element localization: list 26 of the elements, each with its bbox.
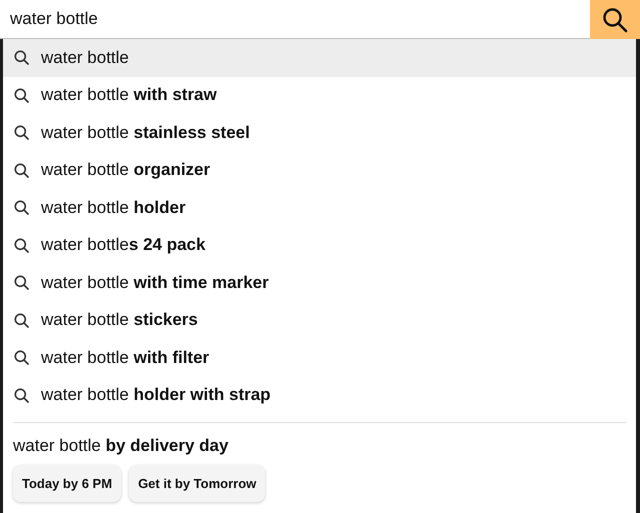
suggestion-item[interactable]: water bottle with filter — [3, 339, 636, 376]
suggestion-item[interactable]: water bottles 24 pack — [3, 226, 636, 264]
suggestion-item[interactable]: water bottle organizer — [3, 152, 636, 189]
suggestion-item[interactable]: water bottle with straw — [3, 76, 636, 114]
search-icon — [14, 275, 29, 290]
suggestion-item[interactable]: water bottle — [3, 39, 636, 76]
search-icon — [14, 312, 29, 328]
delivery-button[interactable]: Get it by Tomorrow — [129, 465, 266, 502]
search-icon — [14, 162, 29, 178]
search-button[interactable] — [590, 0, 640, 39]
suggestion-item[interactable]: water bottle holder with strap — [3, 376, 636, 414]
section-heading: water bottle by delivery day — [12, 435, 230, 456]
search-icon — [14, 350, 29, 366]
search-icon — [602, 6, 628, 32]
delivery-button[interactable]: Today by 6 PM — [13, 465, 122, 502]
search-icon — [14, 50, 29, 66]
search-field[interactable]: water bottle — [0, 0, 590, 39]
search-icon — [14, 238, 29, 253]
suggestion-item[interactable]: water bottle stainless steel — [3, 114, 636, 152]
search-icon — [14, 88, 29, 103]
suggestion-item[interactable]: water bottle holder — [3, 189, 636, 226]
suggestion-item[interactable]: water bottle with time marker — [3, 264, 636, 302]
search-icon — [14, 388, 29, 403]
search-icon — [14, 200, 29, 216]
search-icon — [14, 125, 29, 140]
suggestion-item[interactable]: water bottle stickers — [3, 302, 636, 339]
